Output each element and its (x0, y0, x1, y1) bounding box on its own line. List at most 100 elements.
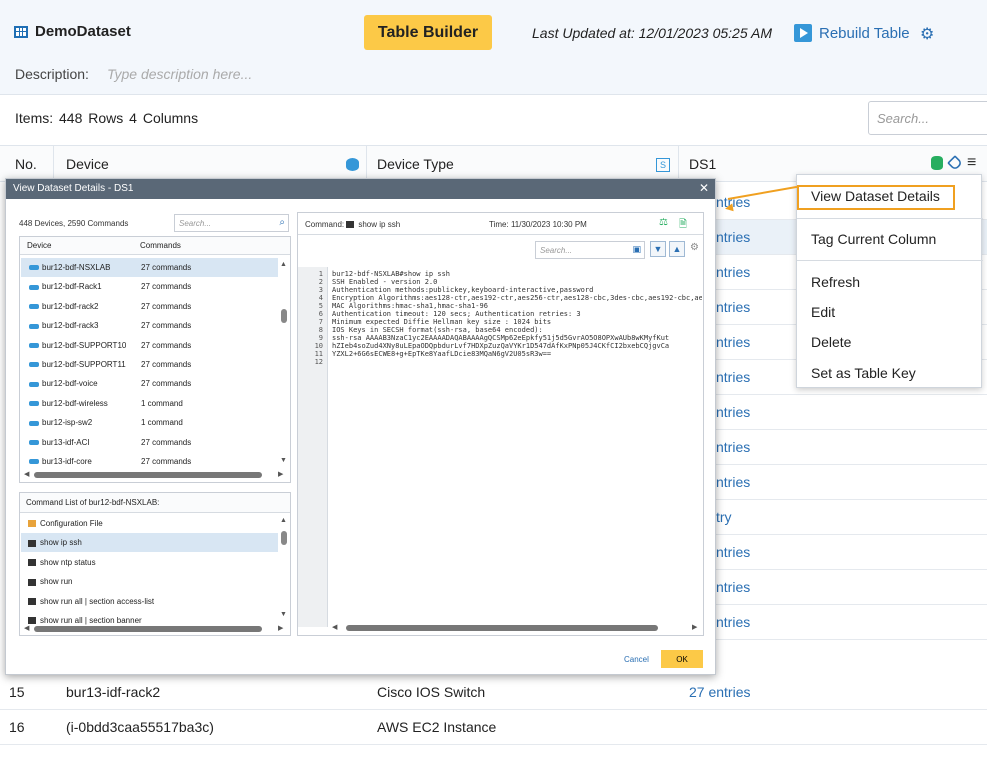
close-icon[interactable]: ✕ (699, 181, 709, 195)
search-options-icon[interactable]: ▣ (632, 244, 641, 255)
table-row[interactable]: 16 (i-0bdd3caa55517ba3c) AWS EC2 Instanc… (0, 710, 987, 745)
menu-item-refresh[interactable]: Refresh (811, 274, 860, 290)
description-input[interactable]: Type description here... (107, 66, 252, 82)
row-no: 15 (9, 684, 25, 700)
vscroll-thumb[interactable] (281, 531, 287, 545)
device-list-item[interactable]: bur12-bdf-rack3 27 commands (21, 316, 278, 335)
scroll-up-arrow[interactable]: ▲ (280, 261, 287, 268)
device-list-item[interactable]: bur13-idf-ACI 27 commands (21, 433, 278, 452)
device-name: bur12-bdf-voice (29, 379, 98, 388)
table-row[interactable]: ntries (716, 465, 987, 500)
menu-item-view-dataset-details[interactable]: View Dataset Details (811, 188, 940, 204)
command-list-item[interactable]: show ip ssh (21, 533, 278, 553)
header-ds1[interactable]: DS1 (689, 156, 716, 172)
row-device: (i-0bdd3caa55517ba3c) (66, 719, 214, 735)
command-list-item[interactable]: show ntp status (21, 553, 278, 572)
device-list-hscroll[interactable]: ◀ ▶ (24, 470, 286, 480)
scroll-left-arrow[interactable]: ◀ (332, 623, 337, 631)
scroll-right-arrow[interactable]: ▶ (278, 624, 283, 632)
ok-button[interactable]: OK (661, 650, 703, 668)
router-icon (29, 439, 39, 445)
device-list-vscroll[interactable]: ▲ ▼ (280, 261, 288, 464)
cancel-button[interactable]: Cancel (624, 655, 649, 664)
device-list-item[interactable]: bur12-isp-sw2 1 command (21, 413, 278, 432)
play-icon (794, 24, 812, 42)
device-list-item[interactable]: bur12-bdf-SUPPORT11 27 commands (21, 355, 278, 374)
device-list-item[interactable]: bur12-bdf-NSXLAB 27 commands (21, 258, 278, 277)
router-icon (29, 265, 39, 271)
scroll-right-arrow[interactable]: ▶ (692, 623, 697, 631)
header-device-type[interactable]: Device Type (377, 156, 454, 172)
header-no[interactable]: No. (15, 156, 37, 172)
device-list-item[interactable]: bur12-bdf-SUPPORT10 27 commands (21, 336, 278, 355)
table-builder-button[interactable]: Table Builder (364, 15, 492, 50)
row-ds1-link[interactable]: 27 entries (689, 684, 750, 700)
scroll-down-arrow[interactable]: ▼ (280, 611, 287, 618)
ds1-entries-link[interactable]: ntries (716, 299, 750, 315)
ds1-entries-link[interactable]: ntries (716, 264, 750, 280)
ds1-entries-link[interactable]: ntries (716, 614, 750, 630)
device-command-count: 27 commands (141, 301, 192, 311)
hscroll-thumb[interactable] (346, 625, 658, 631)
search-prev-button[interactable]: ▲ (669, 241, 685, 257)
hscroll-thumb[interactable] (34, 472, 262, 478)
ds1-entries-link[interactable]: ntries (716, 474, 750, 490)
compare-icon[interactable]: ⚖ (659, 217, 668, 228)
device-search-input[interactable]: Search... ⌕ (174, 214, 289, 232)
command-list-item[interactable]: show run (21, 572, 278, 591)
command-list-item[interactable]: show run all | section access-list (21, 592, 278, 611)
menu-item-edit[interactable]: Edit (811, 304, 835, 320)
column-menu-icon[interactable]: ≡ (967, 155, 976, 171)
table-row[interactable]: ntries (716, 535, 987, 570)
scroll-left-arrow[interactable]: ◀ (24, 470, 29, 478)
ds1-entries-link[interactable]: try (716, 509, 732, 525)
search-settings-icon[interactable]: ⚙ (690, 242, 699, 253)
table-row[interactable]: 15 bur13-idf-rack2 Cisco IOS Switch 27 e… (0, 675, 987, 710)
rebuild-table-button[interactable]: Rebuild Table (794, 24, 910, 42)
ds1-entries-link[interactable]: ntries (716, 579, 750, 595)
table-search-input[interactable]: Search... (868, 101, 987, 135)
device-list-item[interactable]: bur12-bdf-Rack1 27 commands (21, 277, 278, 296)
search-next-button[interactable]: ▼ (650, 241, 666, 257)
device-list-item[interactable]: bur12-bdf-wireless 1 command (21, 394, 278, 413)
menu-item-tag-current-column[interactable]: Tag Current Column (811, 231, 936, 247)
device-column-header[interactable]: Device (27, 241, 51, 250)
command-list-item[interactable]: Configuration File (21, 514, 278, 533)
device-list-item[interactable]: bur13-idf-core 27 commands (21, 452, 278, 471)
table-row[interactable]: ntries (716, 605, 987, 640)
ds1-entries-link[interactable]: ntries (716, 544, 750, 560)
tag-icon[interactable] (947, 155, 963, 171)
ds1-entries-link[interactable]: ntries (716, 439, 750, 455)
table-row[interactable]: ntries (716, 395, 987, 430)
table-row[interactable] (0, 745, 987, 764)
table-row[interactable]: ntries (716, 570, 987, 605)
scroll-left-arrow[interactable]: ◀ (24, 624, 29, 632)
dataset-header: DemoDataset Table Builder Last Updated a… (0, 0, 987, 95)
scroll-down-arrow[interactable]: ▼ (280, 457, 287, 464)
commands-column-header[interactable]: Commands (140, 241, 181, 250)
code-search-input[interactable]: Search... ▣ (535, 241, 645, 259)
device-list-header: Device Commands (20, 237, 290, 255)
device-list-item[interactable]: bur12-bdf-rack2 27 commands (21, 297, 278, 316)
table-row[interactable]: ntries (716, 430, 987, 465)
header-device[interactable]: Device (66, 156, 109, 172)
vscroll-thumb[interactable] (281, 309, 287, 323)
ds1-entries-link[interactable]: ntries (716, 334, 750, 350)
device-name: bur12-bdf-SUPPORT11 (29, 360, 126, 369)
menu-item-set-as-table-key[interactable]: Set as Table Key (811, 365, 916, 381)
output-hscroll[interactable]: ◀ ▶ (332, 623, 700, 633)
table-row[interactable]: try (716, 500, 987, 535)
command-list-hscroll[interactable]: ◀ ▶ (24, 624, 286, 634)
command-list-vscroll[interactable]: ▲ ▼ (280, 517, 288, 618)
export-icon[interactable]: 🗎 (679, 217, 687, 234)
ds1-entries-link[interactable]: ntries (716, 229, 750, 245)
ds1-entries-link[interactable]: ntries (716, 404, 750, 420)
device-list-item[interactable]: bur12-bdf-voice 27 commands (21, 374, 278, 393)
scroll-right-arrow[interactable]: ▶ (278, 470, 283, 478)
menu-item-delete[interactable]: Delete (811, 334, 851, 350)
ds1-entries-link[interactable]: ntries (716, 369, 750, 385)
scroll-up-arrow[interactable]: ▲ (280, 517, 287, 524)
settings-gear-icon[interactable]: ⚙ (920, 24, 934, 44)
items-summary: Items: 448 Rows 4 Columns (15, 110, 198, 126)
hscroll-thumb[interactable] (34, 626, 262, 632)
